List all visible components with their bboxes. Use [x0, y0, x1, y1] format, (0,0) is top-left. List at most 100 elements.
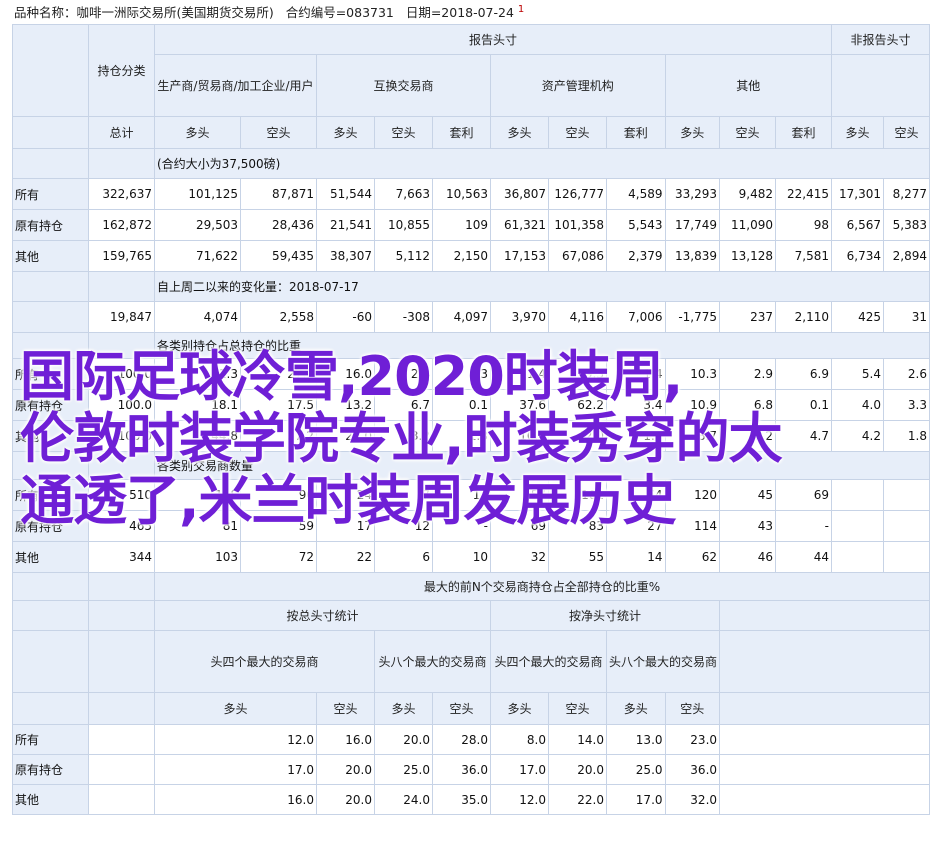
- overlay-headline: 国际足球冷雪,2020时装周, 伦敦时装学院专业,时装秀穿的太 通透了,米兰时装…: [20, 346, 930, 532]
- header-blank: [719, 692, 931, 725]
- value-cell: 8.0: [490, 724, 549, 755]
- overlay-line-1: 国际足球冷雪,2020时装周,: [20, 345, 683, 408]
- value-cell: 2,110: [775, 301, 833, 333]
- value-cell: 44: [775, 541, 833, 573]
- value-cell: 23.0: [664, 724, 721, 755]
- header-short: 空头: [374, 116, 433, 149]
- value-cell: 16.0: [154, 784, 317, 815]
- corner-cell: [12, 116, 89, 149]
- value-cell: 237: [719, 301, 777, 333]
- table-cell: [88, 754, 155, 785]
- value-cell: 7,006: [606, 301, 666, 333]
- value-cell: 13,128: [719, 240, 777, 272]
- section-note: 最大的前N个交易商持仓占全部持仓的比重%: [153, 572, 931, 601]
- table-row: 原有持仓 162,872 29,503 28,436 21,541 10,855 109 61…: [12, 209, 931, 241]
- value-cell: 344: [88, 541, 155, 573]
- header-short: 空头: [432, 692, 491, 725]
- value-cell: 4,589: [606, 178, 666, 210]
- value-cell: 101,125: [154, 178, 241, 210]
- header-top4: 头四个最大的交易商: [154, 630, 375, 693]
- value-cell: 22,415: [775, 178, 833, 210]
- header-spread: 套利: [432, 116, 491, 149]
- value-cell: 2,379: [606, 240, 666, 272]
- value-cell: -60: [316, 301, 375, 333]
- value-cell: 36.0: [664, 754, 721, 785]
- value-cell: 71,622: [154, 240, 241, 272]
- header-top8: 头八个最大的交易商: [605, 630, 721, 693]
- value-cell: 28.0: [432, 724, 491, 755]
- table-row: 最大的前N个交易商持仓占全部持仓的比重%: [12, 572, 931, 601]
- value-cell: 7,581: [775, 240, 833, 272]
- header-category: 持仓分类: [88, 24, 155, 117]
- value-cell: 32.0: [664, 784, 721, 815]
- value-cell: 24.0: [374, 784, 433, 815]
- value-cell: 20.0: [316, 784, 375, 815]
- value-cell: 36.0: [432, 754, 491, 785]
- value-cell: 72: [240, 541, 317, 573]
- row-label-blank: [12, 148, 89, 179]
- header-blank: [719, 600, 931, 631]
- value-cell: 32: [490, 541, 549, 573]
- value-cell: 2,150: [432, 240, 491, 272]
- value-cell: 55: [548, 541, 607, 573]
- value-cell: 67,086: [548, 240, 607, 272]
- table-cell: [88, 572, 155, 601]
- table-row: 多头 空头 多头 空头 多头 空头 多头 空头: [12, 692, 931, 725]
- value-cell: 322,637: [88, 178, 155, 210]
- value-cell: 25.0: [606, 754, 666, 785]
- value-cell: 103: [154, 541, 241, 573]
- value-cell: 22: [316, 541, 375, 573]
- header-long: 多头: [606, 692, 666, 725]
- value-cell: -308: [374, 301, 433, 333]
- value-cell: 17.0: [154, 754, 317, 785]
- value-cell: 17,301: [831, 178, 885, 210]
- value-cell: 29,503: [154, 209, 241, 241]
- header-long: 多头: [374, 692, 433, 725]
- header-long: 多头: [831, 116, 885, 149]
- header-other: 其他: [664, 54, 833, 117]
- section-note: (合约大小为37,500磅): [153, 148, 931, 179]
- value-cell: 98: [775, 209, 833, 241]
- value-cell: -1,775: [664, 301, 721, 333]
- value-cell: 7,663: [374, 178, 433, 210]
- value-cell: 11,090: [719, 209, 777, 241]
- table-cell: [719, 784, 931, 815]
- header-producer: 生产商/贸易商/加工企业/用户: [154, 54, 317, 117]
- value-cell: 19,847: [88, 301, 155, 333]
- header-asset: 资产管理机构: [490, 54, 666, 117]
- header-long: 多头: [664, 116, 721, 149]
- report-date: 日期=2018-07-24: [405, 5, 514, 20]
- value-cell: 87,871: [240, 178, 317, 210]
- table-row: 所有 322,637 101,125 87,871 51,544 7,663 10,563 3…: [12, 178, 931, 210]
- table-row: 其他 344 103 72 22 6 10 32 55 14 62 46 44: [12, 541, 931, 573]
- header-total: 总计: [88, 116, 155, 149]
- header-long: 多头: [154, 692, 317, 725]
- value-cell: 33,293: [664, 178, 721, 210]
- row-label-blank: [12, 630, 89, 693]
- header-top8: 头八个最大的交易商: [374, 630, 491, 693]
- value-cell: 5,383: [883, 209, 931, 241]
- value-cell: [831, 541, 885, 573]
- header-top4: 头四个最大的交易商: [490, 630, 607, 693]
- value-cell: 46: [719, 541, 777, 573]
- row-label-blank: [12, 271, 89, 302]
- table-row: 19,847 4,074 2,558 -60 -308 4,097 3,970 4,116 7,…: [12, 301, 931, 333]
- corner-cell: [12, 24, 89, 117]
- row-label: [12, 301, 89, 333]
- header-gross: 按总头寸统计: [154, 600, 491, 631]
- footnote-marker: 1: [517, 3, 525, 15]
- report-title: 品种名称：咖啡一洲际交易所(美国期货交易所) 合约编号=083731 日期=20…: [14, 2, 524, 21]
- table-row: 按总头寸统计 按净头寸统计: [12, 600, 931, 631]
- table-row: 所有 12.0 16.0 20.0 28.0 8.0 14.0 13.0 23.0: [12, 724, 931, 755]
- header-nonreport: 非报告头寸: [831, 24, 931, 55]
- value-cell: 35.0: [432, 784, 491, 815]
- contract-code: 合约编号=083731: [285, 5, 394, 20]
- value-cell: 17,153: [490, 240, 549, 272]
- table-row: 总计 多头 空头 多头 空头 套利 多头 空头 套利 多头 空头 套利 多头 空头: [12, 116, 931, 149]
- value-cell: 36,807: [490, 178, 549, 210]
- table-row: (合约大小为37,500磅): [12, 148, 931, 179]
- table-row: 持仓分类 报告头寸 非报告头寸: [12, 24, 931, 117]
- header-spread: 套利: [775, 116, 833, 149]
- row-label: 其他: [12, 784, 89, 815]
- value-cell: 10,855: [374, 209, 433, 241]
